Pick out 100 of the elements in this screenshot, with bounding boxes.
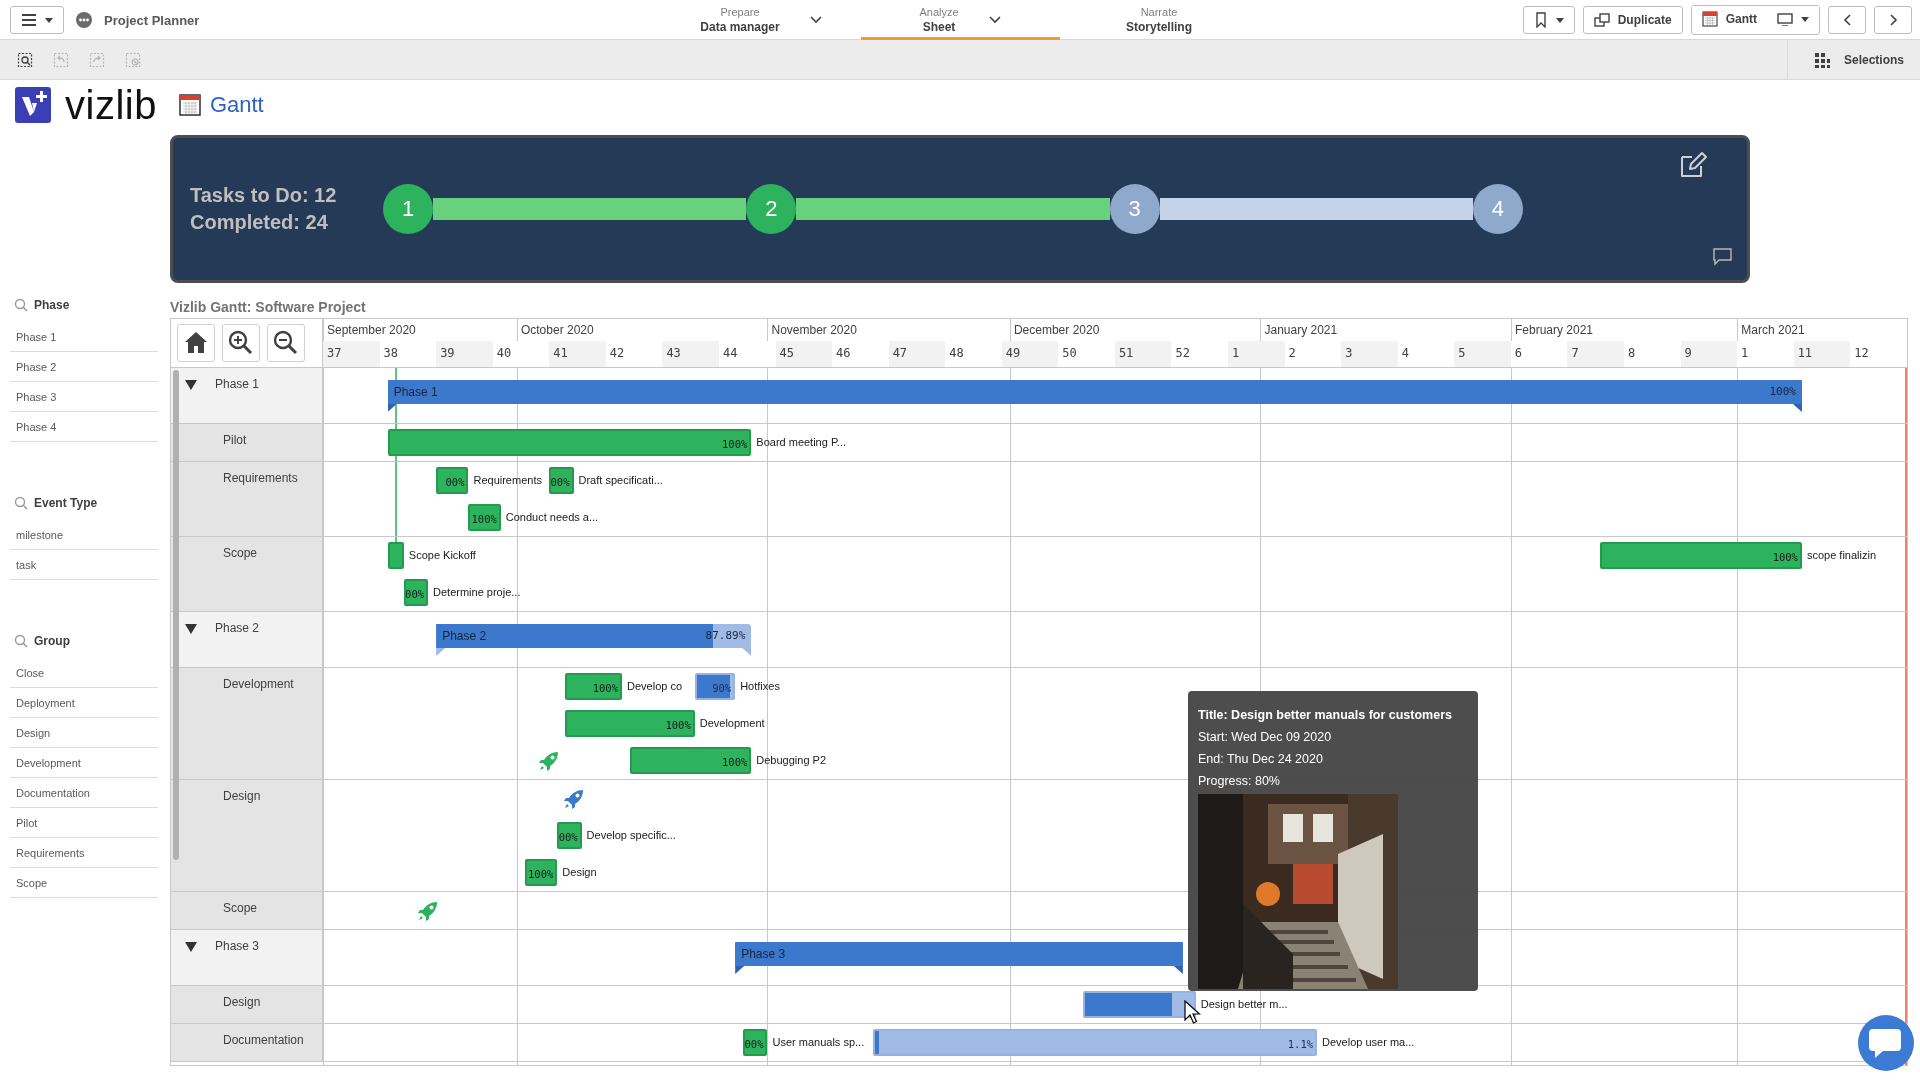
task-label: Development xyxy=(699,716,765,731)
step-forward-icon xyxy=(89,51,105,68)
filter-item[interactable]: Development xyxy=(10,748,158,778)
task-bar[interactable]: 00% xyxy=(557,822,582,849)
filter-item[interactable]: Documentation xyxy=(10,778,158,808)
logo-text: vizlib xyxy=(65,85,157,125)
bookmark-button[interactable] xyxy=(1522,6,1575,34)
search-icon xyxy=(14,634,28,648)
month-label: February 2021 xyxy=(1515,323,1594,337)
task-bar[interactable]: 100% xyxy=(630,747,752,774)
week-label: 41 xyxy=(549,341,606,367)
filter-item[interactable]: Requirements xyxy=(10,838,158,868)
task-bar[interactable]: 100% xyxy=(525,859,558,886)
week-label: 44 xyxy=(721,345,739,362)
percent-label: 00% xyxy=(405,588,425,600)
tooltip-text: Progress: 80% xyxy=(1198,773,1281,790)
rocket-icon[interactable] xyxy=(562,788,585,810)
grid-icon xyxy=(1813,51,1830,68)
nav-label: Storytelling xyxy=(1126,19,1192,35)
task-bar[interactable]: 00% xyxy=(403,579,429,606)
task-bar[interactable]: 00% xyxy=(743,1029,768,1056)
week-label: 7 xyxy=(1567,341,1624,367)
week-label: 39 xyxy=(436,341,493,367)
task-label: Hotfixes xyxy=(740,679,780,694)
filter-item[interactable]: Design xyxy=(10,718,158,748)
filter-item[interactable]: Close xyxy=(10,658,158,688)
task-bar[interactable]: 100% xyxy=(387,429,752,456)
filter-title: Group xyxy=(34,634,70,648)
month-label: October 2020 xyxy=(520,323,594,337)
filter-item[interactable]: milestone xyxy=(10,520,158,550)
filter-item[interactable]: Pilot xyxy=(10,808,158,838)
zoom-in-button[interactable] xyxy=(222,324,260,362)
week-label: 50 xyxy=(1061,345,1078,362)
caret-icon xyxy=(1801,14,1809,24)
row-label: Scope xyxy=(223,901,258,915)
week-label: 40 xyxy=(495,345,513,362)
filter-item[interactable]: Phase 1 xyxy=(10,322,158,352)
caret-icon xyxy=(1555,15,1564,25)
next-sheet-button[interactable] xyxy=(1874,6,1912,34)
rocket-icon[interactable] xyxy=(538,750,561,772)
week-label: 4 xyxy=(1400,345,1410,362)
chat-button[interactable] xyxy=(1858,1015,1914,1071)
week-label: 37 xyxy=(323,341,380,367)
week-label: 11 xyxy=(1793,341,1851,367)
task-bar[interactable] xyxy=(1082,991,1196,1018)
nav-tab[interactable]: Narrate Storytelling xyxy=(1059,0,1259,40)
zoom-out-button[interactable] xyxy=(267,324,305,362)
row-label: Scope xyxy=(223,546,258,560)
task-label: scope finalizin xyxy=(1806,548,1877,563)
task-bar[interactable]: 1.1% xyxy=(872,1029,1318,1056)
app-title: Project Planner xyxy=(104,12,200,28)
home-button[interactable] xyxy=(177,324,215,362)
row-label: Phase 1 xyxy=(215,377,260,391)
task-bar[interactable]: 00% xyxy=(549,467,574,494)
filter-item[interactable]: Phase 4 xyxy=(10,412,158,442)
task-label: User manuals sp... xyxy=(772,1035,865,1050)
summary-bar[interactable]: Phase 1 100% xyxy=(387,380,1802,412)
rocket-icon[interactable] xyxy=(417,900,440,922)
summary-bar[interactable]: Phase 3 xyxy=(735,942,1183,974)
week-label: 51 xyxy=(1114,341,1172,367)
task-bar[interactable]: 100% xyxy=(565,710,695,737)
menu-button[interactable] xyxy=(10,6,64,34)
week-label: 1 xyxy=(1740,345,1750,362)
edit-button[interactable] xyxy=(1679,151,1709,179)
previous-sheet-button[interactable] xyxy=(1828,6,1866,34)
filter-item[interactable]: Phase 3 xyxy=(10,382,158,412)
duplicate-button[interactable]: Duplicate xyxy=(1582,6,1683,34)
nav-tab[interactable]: Prepare Data manager xyxy=(661,0,861,40)
collapse-icon[interactable] xyxy=(185,942,197,952)
summary-label: Phase 1 xyxy=(393,385,438,399)
collapse-icon[interactable] xyxy=(185,624,197,634)
percent-label: 00% xyxy=(745,1038,764,1050)
task-bar[interactable]: 100% xyxy=(1599,542,1802,569)
scrollbar[interactable] xyxy=(173,370,179,860)
bookmark-icon xyxy=(1533,12,1548,28)
week-label: 43 xyxy=(662,341,719,367)
percent-label: 100% xyxy=(722,756,748,768)
menu-icon xyxy=(21,12,37,28)
row-label: Documentation xyxy=(223,1033,304,1047)
filter-title: Phase xyxy=(34,298,70,312)
tooltip-text: Start: Wed Dec 09 2020 xyxy=(1198,729,1333,746)
summary-label: Phase 2 xyxy=(442,629,487,643)
task-bar[interactable]: 100% xyxy=(565,673,622,700)
comment-icon[interactable] xyxy=(1713,248,1733,266)
percent-label: 100% xyxy=(665,719,691,731)
filter-item[interactable]: Deployment xyxy=(10,688,158,718)
filter-item[interactable]: Scope xyxy=(10,868,158,898)
percent-label: 00% xyxy=(551,476,570,488)
week-label: 45 xyxy=(775,341,833,367)
calendar-icon xyxy=(1701,11,1718,27)
task-bar[interactable]: 100% xyxy=(468,504,501,531)
filter-item[interactable]: Phase 2 xyxy=(10,352,158,382)
percent-label: 00% xyxy=(445,476,465,488)
row-label: Requirements xyxy=(223,471,298,485)
search-icon xyxy=(14,298,28,312)
collapse-icon[interactable] xyxy=(185,380,197,390)
nav-label: Data manager xyxy=(700,19,780,35)
task-label: Design xyxy=(562,865,597,880)
task-bar[interactable]: 00% xyxy=(436,467,469,494)
filter-item[interactable]: task xyxy=(10,550,158,580)
